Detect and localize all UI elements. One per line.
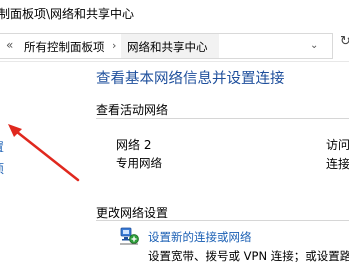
divider [96, 220, 349, 221]
address-bar[interactable]: « 所有控制面板项 › 网络和共享中心 ⌄ [0, 33, 333, 59]
network-name: 网络 2 [116, 138, 152, 152]
window-title: 制面板项\网络和共享中心 [0, 7, 135, 21]
setup-new-connection-link[interactable]: 设置新的连接或网络 [148, 229, 252, 245]
change-settings-label: 更改网络设置 [96, 206, 169, 220]
page-heading: 查看基本网络信息并设置连接 [96, 71, 285, 87]
breadcrumb-separator-icon[interactable]: › [112, 39, 116, 52]
breadcrumb-all-control-panel-items[interactable]: 所有控制面板项 [24, 39, 105, 55]
title-bar: 制面板项\网络和共享中心 [0, 0, 349, 30]
active-networks-label: 查看活动网络 [96, 103, 169, 117]
network-type: 专用网络 [116, 156, 162, 170]
chevron-left-double-icon[interactable]: « [6, 38, 13, 52]
refresh-icon[interactable]: ↻ [340, 34, 349, 49]
setup-new-connection-description: 设置宽带、拨号或 VPN 连接；或设置路 [148, 249, 349, 262]
network-setup-icon [120, 227, 139, 245]
divider [96, 118, 349, 119]
access-type-label: 访问 [326, 138, 349, 152]
navigation-row: « 所有控制面板项 › 网络和共享中心 ⌄ ↻ [0, 30, 349, 62]
breadcrumb-network-sharing-center[interactable]: 网络和共享中心 [127, 39, 208, 55]
connections-label: 连接 [326, 157, 349, 171]
chevron-down-icon[interactable]: ⌄ [310, 40, 318, 51]
red-annotation-arrow [8, 124, 80, 182]
